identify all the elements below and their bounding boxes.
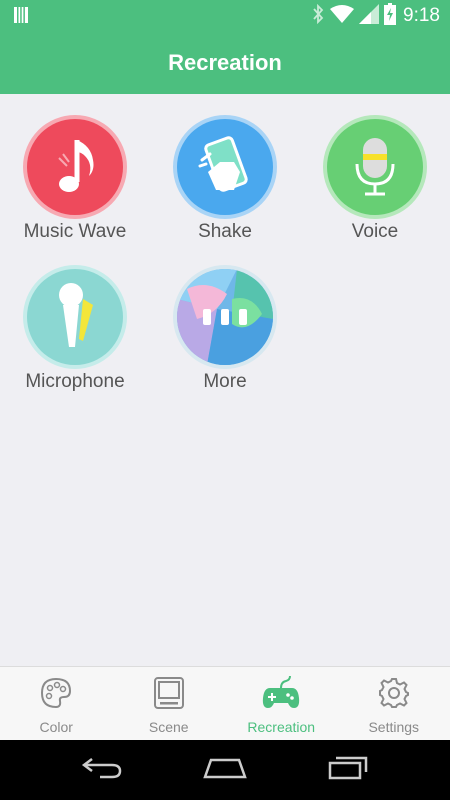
voice-tile[interactable]: Voice [300, 94, 450, 244]
tab-label: Scene [148, 719, 189, 735]
app-header: Recreation [0, 32, 450, 94]
page-title: Recreation [168, 50, 282, 75]
tile-label: Music Wave [23, 221, 127, 242]
tab-color[interactable]: Color [0, 667, 113, 740]
tab-settings[interactable]: Settings [338, 667, 450, 740]
back-button[interactable] [72, 750, 132, 790]
gear-icon [377, 676, 411, 715]
system-nav-bar [0, 740, 450, 800]
shake-phone-icon [177, 119, 273, 215]
more-tile[interactable]: More [150, 244, 300, 394]
tab-label: Recreation [247, 719, 316, 735]
tab-label: Color [39, 719, 73, 735]
bottom-nav: Color Scene Recreation Settings [0, 666, 450, 740]
back-icon [80, 756, 124, 785]
notification-icon [14, 7, 28, 28]
more-icon [177, 269, 273, 365]
home-button[interactable] [195, 750, 255, 790]
microphone-tile[interactable]: Microphone [0, 244, 150, 394]
tile-label: Shake [198, 221, 252, 242]
shake-tile[interactable]: Shake [150, 94, 300, 244]
tab-label: Settings [368, 719, 420, 735]
status-bar: 9:18 [0, 0, 450, 32]
battery-icon [384, 2, 397, 30]
gamepad-icon [262, 675, 300, 715]
recents-icon [326, 756, 370, 785]
microphone-icon [27, 269, 123, 365]
signal-icon [359, 3, 380, 29]
tile-label: Microphone [25, 371, 125, 392]
recreation-grid: Music Wave Shake Voice Microphone More [0, 94, 450, 666]
wifi-icon [330, 4, 355, 29]
tab-scene[interactable]: Scene [113, 667, 226, 740]
tab-recreation[interactable]: Recreation [225, 667, 338, 740]
tv-icon [152, 676, 186, 715]
voice-mic-icon [327, 119, 423, 215]
music-wave-tile[interactable]: Music Wave [0, 94, 150, 244]
palette-icon [39, 676, 73, 715]
bluetooth-icon [311, 3, 325, 29]
clock: 9:18 [403, 5, 440, 26]
music-note-icon [27, 119, 123, 215]
home-icon [201, 756, 249, 785]
tile-label: Voice [351, 221, 399, 242]
tile-label: More [203, 371, 247, 392]
recents-button[interactable] [318, 750, 378, 790]
